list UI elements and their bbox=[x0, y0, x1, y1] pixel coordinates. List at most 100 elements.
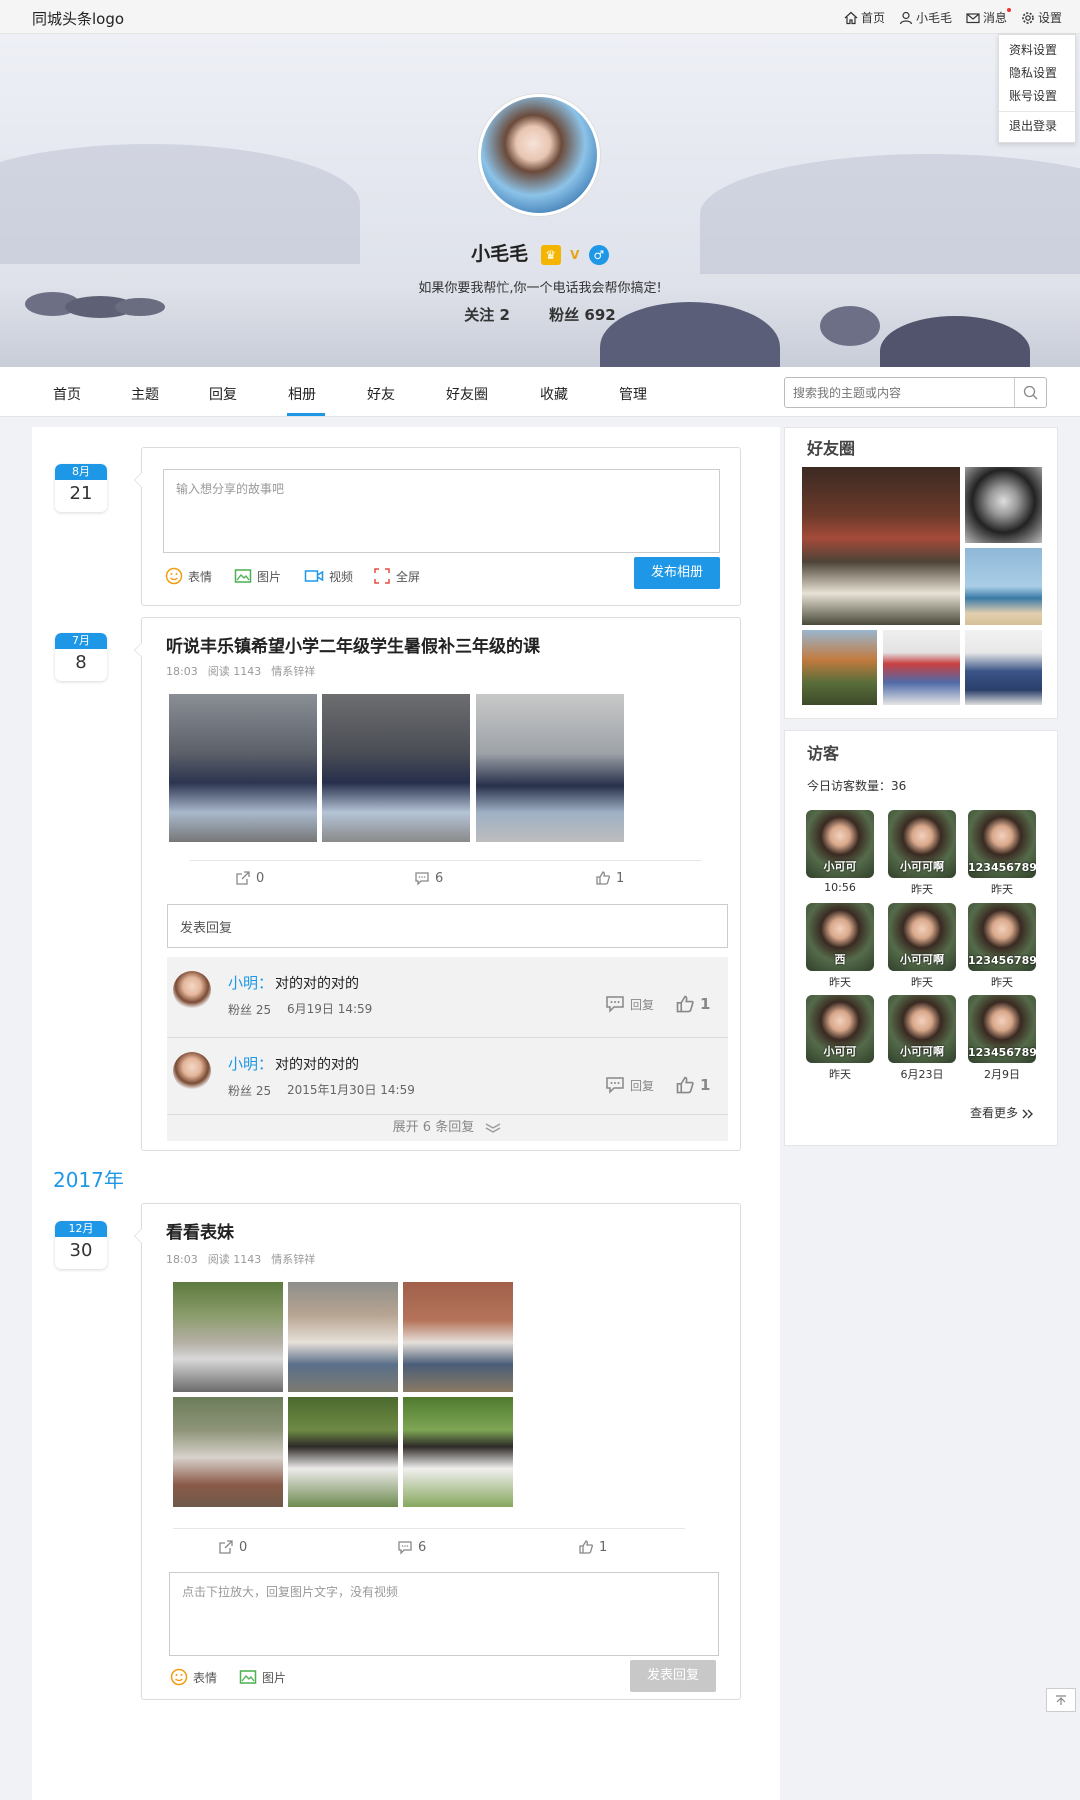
tab-moments[interactable]: 好友圈 bbox=[446, 384, 488, 404]
commenter-name[interactable]: 小明： bbox=[228, 972, 273, 993]
commenter-avatar[interactable] bbox=[173, 971, 211, 1009]
top-nav-home[interactable]: 首页 bbox=[844, 9, 885, 26]
commenter-name[interactable]: 小明： bbox=[228, 1053, 273, 1074]
emoji-button[interactable]: 表情 bbox=[165, 567, 212, 585]
post-photo[interactable] bbox=[322, 694, 470, 842]
thumbs-up-icon bbox=[596, 871, 610, 885]
submit-reply-button[interactable]: 发表回复 bbox=[630, 1660, 716, 1692]
tab-favorites[interactable]: 收藏 bbox=[540, 384, 568, 404]
following-count[interactable]: 关注 2 bbox=[464, 306, 510, 324]
expand-replies-button[interactable]: 展开 6 条回复 bbox=[167, 1115, 728, 1141]
crown-icon: ♛ bbox=[540, 244, 561, 265]
friend-photo[interactable] bbox=[965, 467, 1042, 543]
comment-text: 对的对的对的 bbox=[275, 976, 359, 992]
reply-label: 回复 bbox=[630, 997, 655, 1012]
site-logo[interactable]: 同城头条logo bbox=[32, 8, 124, 29]
like-action[interactable]: 1 bbox=[595, 870, 624, 886]
visitor[interactable]: 小可可 10:56 bbox=[806, 810, 874, 894]
like-count: 1 bbox=[616, 870, 625, 886]
reply-icon bbox=[606, 996, 624, 1013]
vip-icon: V bbox=[570, 247, 580, 262]
publish-album-button[interactable]: 发布相册 bbox=[634, 557, 720, 589]
comment-item: 小明： 对的对的对的 粉丝 25 6月19日 14:59 回复 1 bbox=[167, 957, 728, 1037]
top-nav-messages[interactable]: 消息 bbox=[966, 8, 1011, 26]
search-input[interactable] bbox=[785, 378, 1015, 407]
comment-reply-button[interactable]: 回复 bbox=[605, 995, 654, 1013]
visitor[interactable]: 123456789 2月9日 bbox=[968, 995, 1036, 1082]
tab-topics[interactable]: 主题 bbox=[131, 384, 159, 404]
friend-photo[interactable] bbox=[802, 630, 877, 705]
visitor-avatar: 小可可啊 bbox=[888, 903, 956, 971]
reply-input[interactable]: 发表回复 bbox=[167, 904, 728, 948]
visitor-avatar: 123456789 bbox=[968, 903, 1036, 971]
reply-textarea[interactable]: 点击下拉放大，回复图片文字，没有视频 bbox=[169, 1572, 719, 1656]
chevron-double-down-icon bbox=[486, 1122, 501, 1133]
friend-photo[interactable] bbox=[965, 630, 1042, 705]
commenter-avatar[interactable] bbox=[173, 1052, 211, 1090]
share-count: 0 bbox=[239, 1539, 248, 1555]
post-photo[interactable] bbox=[403, 1397, 513, 1507]
post-photo[interactable] bbox=[288, 1397, 398, 1507]
friend-photo[interactable] bbox=[965, 548, 1042, 625]
back-to-top-button[interactable] bbox=[1046, 1688, 1076, 1712]
comment-action[interactable]: 6 bbox=[397, 1539, 426, 1555]
post-photo[interactable] bbox=[476, 694, 624, 842]
like-action[interactable]: 1 bbox=[578, 1539, 607, 1555]
comment-reply-button[interactable]: 回复 bbox=[605, 1076, 654, 1094]
tab-replies[interactable]: 回复 bbox=[209, 384, 237, 404]
comment-time: 6月19日 14:59 bbox=[287, 1002, 373, 1016]
post-photo[interactable] bbox=[403, 1282, 513, 1392]
story-input[interactable]: 输入想分享的故事吧 bbox=[163, 469, 720, 553]
friend-photo[interactable] bbox=[802, 467, 960, 625]
profile-bio: 如果你要我帮忙,你一个电话我会帮你搞定! bbox=[418, 281, 662, 296]
search-icon bbox=[1023, 385, 1038, 400]
see-more-visitors-link[interactable]: 查看更多 bbox=[970, 1104, 1034, 1121]
image-button[interactable]: 图片 bbox=[239, 1668, 286, 1686]
visitor[interactable]: 123456789 昨天 bbox=[968, 903, 1036, 990]
post-photo[interactable] bbox=[173, 1397, 283, 1507]
post-tag[interactable]: 情系锌祥 bbox=[271, 1253, 315, 1266]
fullscreen-button[interactable]: 全屏 bbox=[373, 567, 420, 585]
friend-photo[interactable] bbox=[883, 630, 960, 705]
date-month: 8月 bbox=[55, 464, 107, 480]
menu-item-profile-settings[interactable]: 资料设置 bbox=[999, 39, 1075, 62]
top-nav-settings[interactable]: 设置 bbox=[1021, 9, 1062, 26]
tab-friends[interactable]: 好友 bbox=[367, 384, 395, 404]
post-photo[interactable] bbox=[169, 694, 317, 842]
post-photo[interactable] bbox=[288, 1282, 398, 1392]
visit-time: 昨天 bbox=[829, 1068, 851, 1081]
fans-count[interactable]: 粉丝 692 bbox=[549, 306, 616, 324]
menu-item-account-settings[interactable]: 账号设置 bbox=[999, 85, 1075, 108]
user-icon bbox=[899, 11, 913, 24]
arrow-up-icon bbox=[1056, 1695, 1066, 1705]
top-nav-user[interactable]: 小毛毛 bbox=[899, 9, 952, 26]
share-action[interactable]: 0 bbox=[235, 870, 264, 886]
visitor-name: 小可可啊 bbox=[900, 860, 944, 873]
tab-home[interactable]: 首页 bbox=[53, 384, 81, 404]
menu-item-privacy-settings[interactable]: 隐私设置 bbox=[999, 62, 1075, 85]
visitor[interactable]: 小可可啊 昨天 bbox=[888, 903, 956, 990]
profile-avatar[interactable] bbox=[478, 94, 600, 216]
search-button[interactable] bbox=[1014, 378, 1046, 407]
comment-action[interactable]: 6 bbox=[414, 870, 443, 886]
menu-item-logout[interactable]: 退出登录 bbox=[999, 115, 1075, 138]
visitor[interactable]: 123456789 昨天 bbox=[968, 810, 1036, 897]
post-title[interactable]: 看看表妹 bbox=[166, 1218, 234, 1243]
visitor[interactable]: 西 昨天 bbox=[806, 903, 874, 990]
post-title[interactable]: 听说丰乐镇希望小学二年级学生暑假补三年级的课 bbox=[166, 632, 540, 657]
friends-circle-title: 好友圈 bbox=[807, 439, 856, 458]
visitor[interactable]: 小可可啊 6月23日 bbox=[888, 995, 956, 1082]
comment-like-button[interactable]: 1 bbox=[675, 1075, 710, 1095]
smiley-icon bbox=[170, 1668, 188, 1686]
share-action[interactable]: 0 bbox=[218, 1539, 247, 1555]
visitor[interactable]: 小可可 昨天 bbox=[806, 995, 874, 1082]
image-button[interactable]: 图片 bbox=[234, 567, 281, 585]
tab-album[interactable]: 相册 bbox=[288, 384, 316, 404]
visitor[interactable]: 小可可啊 昨天 bbox=[888, 810, 956, 897]
video-button[interactable]: 视频 bbox=[304, 567, 353, 585]
tab-manage[interactable]: 管理 bbox=[619, 384, 647, 404]
post-tag[interactable]: 情系锌祥 bbox=[271, 665, 315, 678]
emoji-button[interactable]: 表情 bbox=[170, 1668, 217, 1686]
comment-like-button[interactable]: 1 bbox=[675, 994, 710, 1014]
post-photo[interactable] bbox=[173, 1282, 283, 1392]
